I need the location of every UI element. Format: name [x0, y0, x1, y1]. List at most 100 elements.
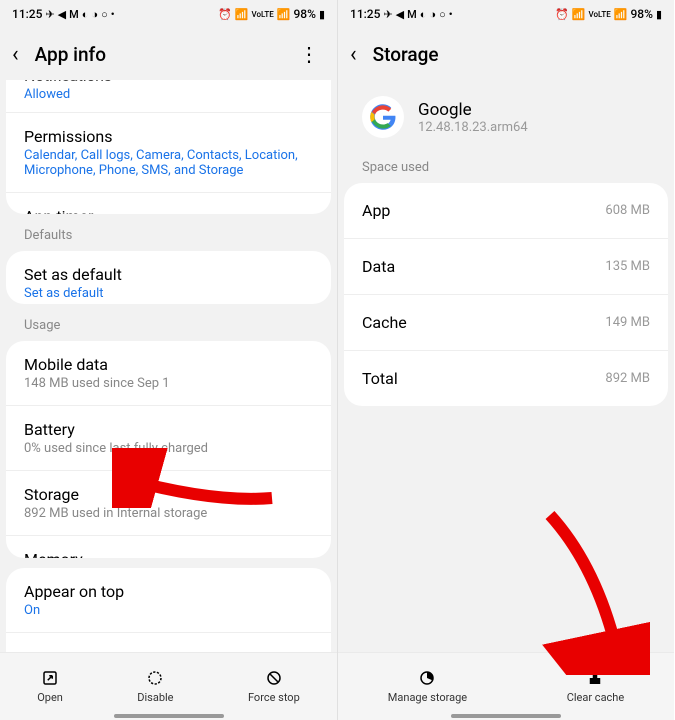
total-value: 892 MB	[605, 371, 650, 386]
open-label: Open	[37, 691, 63, 704]
page-title: App info	[35, 43, 277, 66]
circle-icon: ◑	[429, 8, 436, 21]
section-defaults: Defaults	[6, 214, 331, 251]
bottom-bar: Open Disable Force stop	[0, 652, 337, 720]
signal-icon: 📶	[614, 8, 628, 21]
titlebar: ‹ App info ⋮	[0, 28, 337, 80]
manage-storage-icon	[418, 669, 436, 687]
clear-cache-icon	[586, 669, 604, 687]
disable-label: Disable	[137, 691, 173, 704]
volte-icon: VoLTE	[588, 10, 610, 19]
mobile-data-value: 148 MB used since Sep 1	[24, 376, 313, 391]
memory-title: Memory	[24, 550, 313, 558]
row-storage[interactable]: Storage 892 MB used in Internal storage	[6, 471, 331, 536]
permissions-value: Calendar, Call logs, Camera, Contacts, L…	[24, 148, 313, 178]
page-title: Storage	[373, 43, 662, 66]
row-total-size: Total 892 MB	[344, 351, 668, 406]
force-stop-label: Force stop	[248, 691, 300, 704]
telegram-icon: ◀	[396, 8, 404, 21]
status-time: 11:25	[350, 7, 380, 21]
open-button[interactable]: Open	[27, 665, 73, 708]
clear-cache-button[interactable]: Clear cache	[557, 665, 635, 708]
set-default-title: Set as default	[24, 265, 313, 284]
battery-icon: ▮	[319, 8, 325, 21]
app-label: App	[362, 201, 390, 220]
cut-text: •	[24, 647, 313, 652]
home-indicator[interactable]	[451, 714, 561, 718]
row-battery[interactable]: Battery 0% used since last fully charged	[6, 406, 331, 471]
meta-icon: ◐	[420, 8, 427, 21]
data-value: 135 MB	[605, 259, 650, 274]
home-indicator[interactable]	[114, 714, 224, 718]
notifications-value: Allowed	[24, 87, 313, 102]
section-usage: Usage	[6, 304, 331, 341]
appear-value: On	[24, 603, 313, 618]
total-label: Total	[362, 369, 398, 388]
phone-right: 11:25 ✈ ◀ M ◐ ◑ ○ • ⏰ 📶 VoLTE 📶 98% ▮ ‹ …	[337, 0, 674, 720]
row-permissions[interactable]: Permissions Calendar, Call logs, Camera,…	[6, 113, 331, 193]
battery-icon: ▮	[656, 8, 662, 21]
permissions-title: Permissions	[24, 127, 313, 146]
bottom-bar: Manage storage Clear cache	[338, 652, 674, 720]
wifi-icon: 📶	[572, 8, 586, 21]
dot-icon: •	[111, 8, 115, 21]
force-stop-button[interactable]: Force stop	[238, 665, 310, 708]
row-appear-on-top[interactable]: Appear on top On	[6, 568, 331, 633]
meta-icon: ◐	[82, 8, 89, 21]
disable-icon	[146, 669, 164, 687]
card-appear: Appear on top On •	[6, 568, 331, 652]
clear-label: Clear cache	[567, 691, 625, 704]
send-icon: ✈	[45, 8, 54, 21]
app-value: 608 MB	[605, 203, 650, 218]
row-app-timer[interactable]: App timer	[6, 193, 331, 214]
row-set-default[interactable]: Set as default Set as default	[6, 251, 331, 305]
status-right: ⏰ 📶 VoLTE 📶 98% ▮	[555, 7, 662, 21]
battery-pct: 98%	[293, 7, 315, 21]
set-default-value: Set as default	[24, 286, 313, 301]
content: Notifications Allowed Permissions Calend…	[0, 80, 337, 652]
app-name: Google	[418, 100, 528, 120]
cache-label: Cache	[362, 313, 407, 332]
battery-value: 0% used since last fully charged	[24, 441, 313, 456]
section-space-used: Space used	[344, 146, 668, 183]
mobile-data-title: Mobile data	[24, 355, 313, 374]
status-left: 11:25 ✈ ◀ M ◐ ◑ ○ •	[12, 7, 115, 21]
storage-title: Storage	[24, 485, 313, 504]
force-stop-icon	[265, 669, 283, 687]
disable-button[interactable]: Disable	[127, 665, 183, 708]
battery-pct: 98%	[630, 7, 652, 21]
circle-icon: ◑	[91, 8, 98, 21]
row-notifications[interactable]: Notifications Allowed	[6, 80, 331, 113]
send-icon: ✈	[383, 8, 392, 21]
cache-value: 149 MB	[605, 315, 650, 330]
data-label: Data	[362, 257, 395, 276]
back-icon[interactable]: ‹	[12, 42, 19, 67]
card-defaults: Set as default Set as default	[6, 251, 331, 305]
app-version: 12.48.18.23.arm64	[418, 120, 528, 135]
back-icon[interactable]: ‹	[350, 42, 357, 67]
notifications-title: Notifications	[24, 80, 313, 85]
card-top: Notifications Allowed Permissions Calend…	[6, 80, 331, 214]
row-cut[interactable]: •	[6, 633, 331, 652]
open-icon	[41, 669, 59, 687]
status-right: ⏰ 📶 VoLTE 📶 98% ▮	[218, 7, 325, 21]
app-header: Google 12.48.18.23.arm64	[344, 80, 668, 146]
status-bar: 11:25 ✈ ◀ M ◐ ◑ ○ • ⏰ 📶 VoLTE 📶 98% ▮	[338, 0, 674, 28]
ring-icon: ○	[101, 8, 108, 21]
titlebar: ‹ Storage	[338, 28, 674, 80]
telegram-icon: ◀	[58, 8, 66, 21]
status-left: 11:25 ✈ ◀ M ◐ ◑ ○ •	[350, 7, 453, 21]
more-menu-icon[interactable]: ⋮	[293, 42, 325, 66]
wifi-icon: 📶	[235, 8, 249, 21]
gmail-icon: M	[69, 8, 79, 21]
row-cache-size: Cache 149 MB	[344, 295, 668, 351]
card-space: App 608 MB Data 135 MB Cache 149 MB Tota…	[344, 183, 668, 406]
dot-icon: •	[449, 8, 453, 21]
appear-title: Appear on top	[24, 582, 313, 601]
row-mobile-data[interactable]: Mobile data 148 MB used since Sep 1	[6, 341, 331, 406]
row-memory[interactable]: Memory 186 MB used on average in last 3 …	[6, 536, 331, 558]
row-app-size: App 608 MB	[344, 183, 668, 239]
alarm-icon: ⏰	[218, 8, 232, 21]
manage-storage-button[interactable]: Manage storage	[378, 665, 477, 708]
app-timer-title: App timer	[24, 207, 313, 214]
